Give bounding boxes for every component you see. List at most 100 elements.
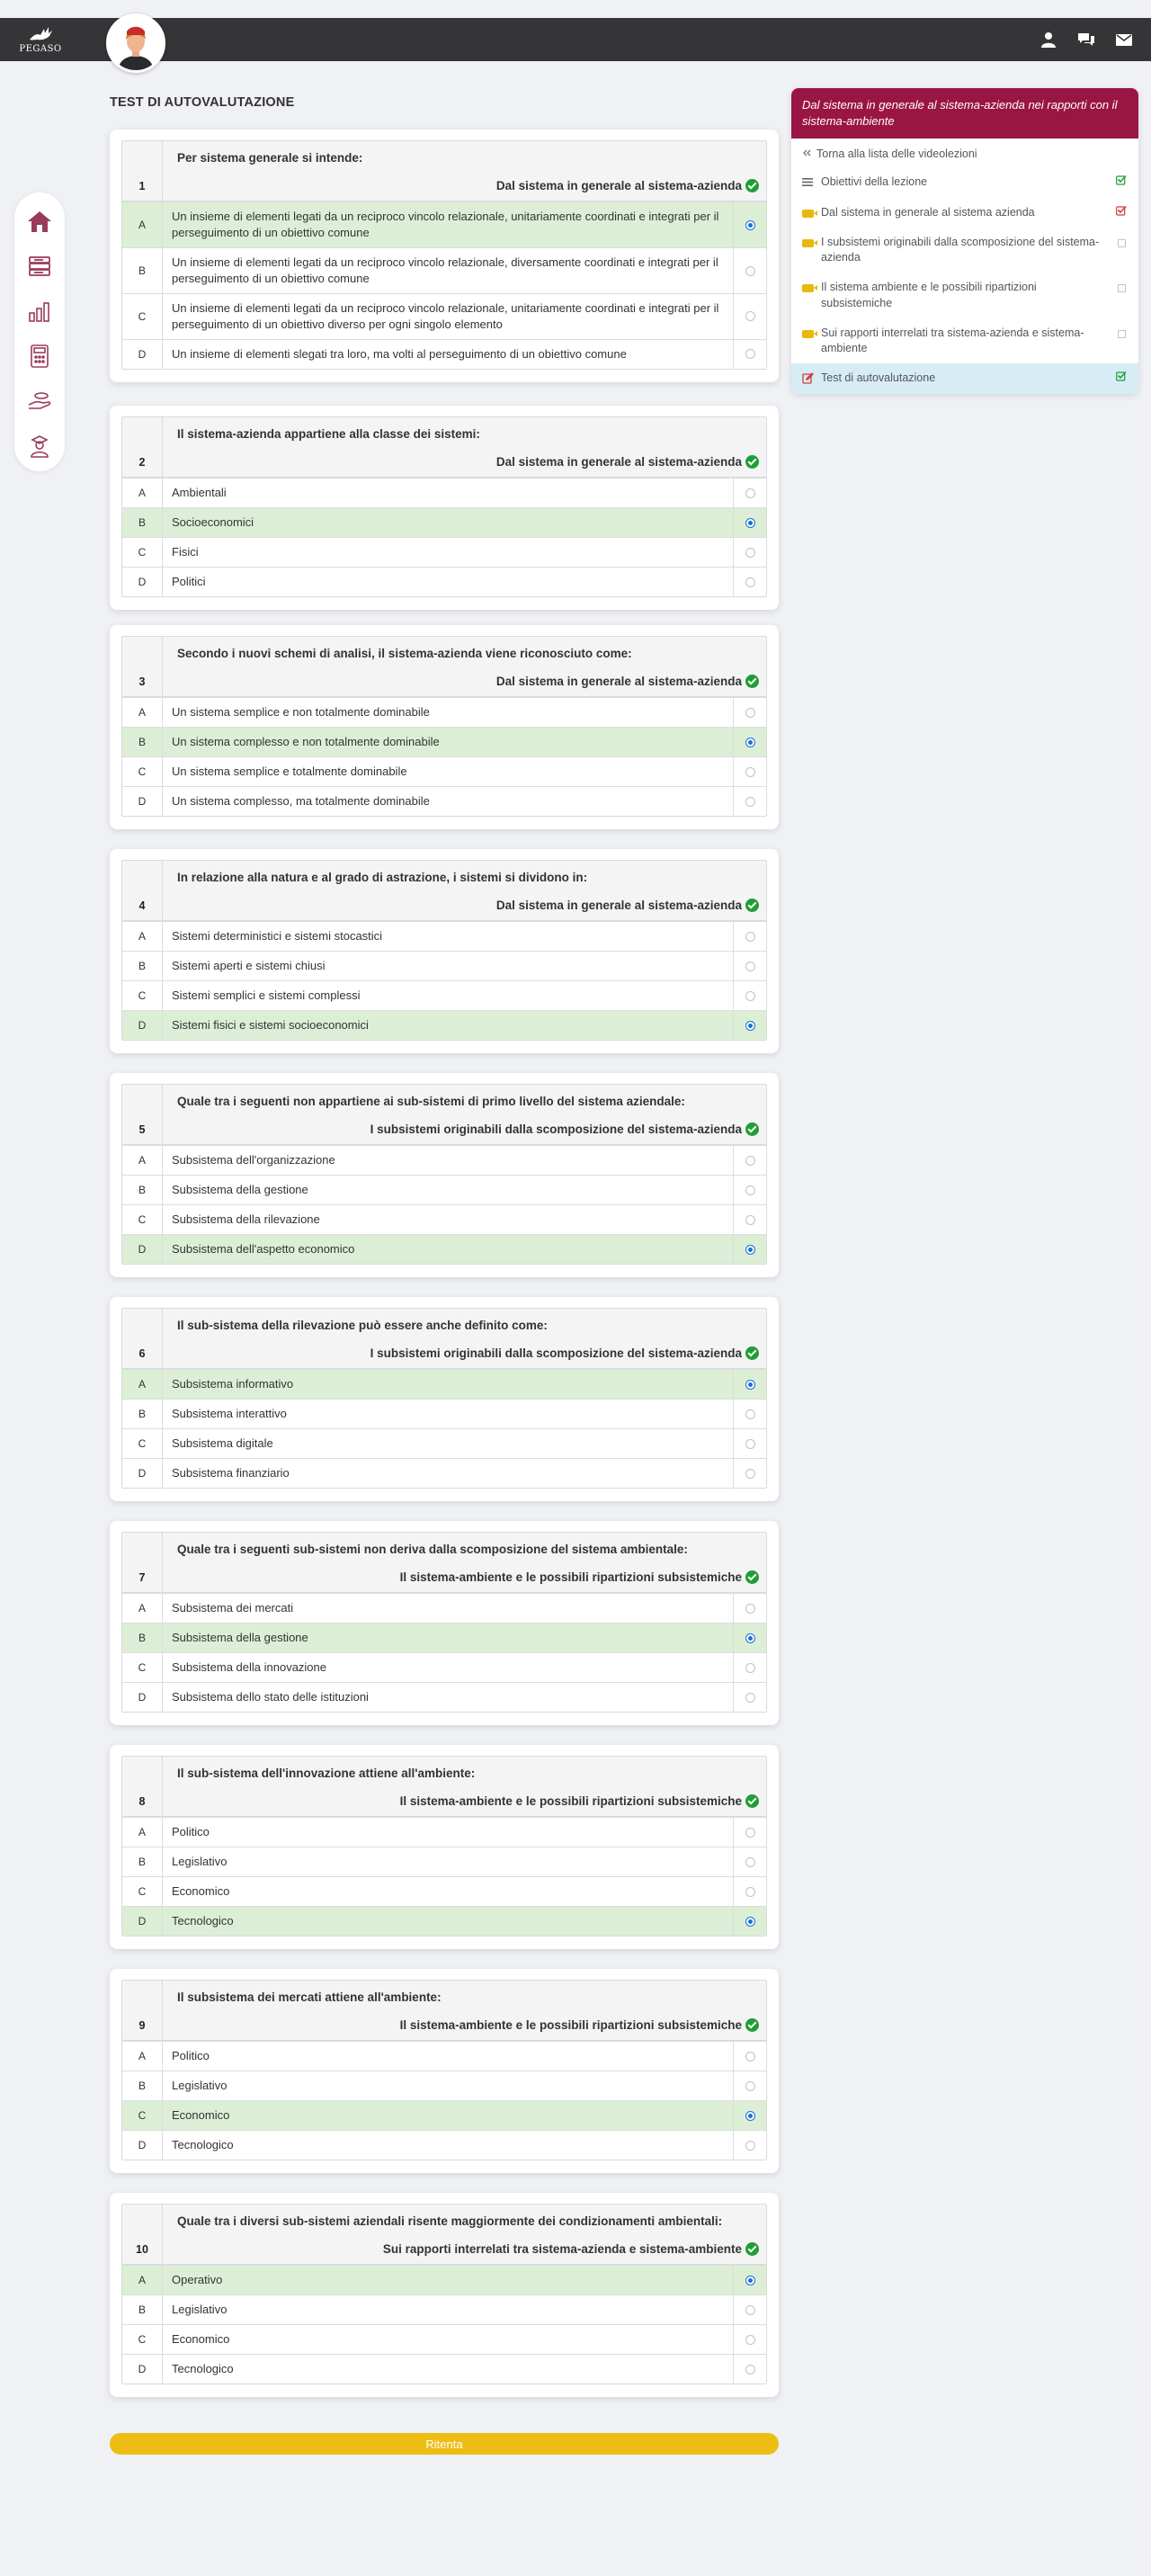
answer-option[interactable]: D Tecnologico [122,1906,766,1936]
answer-option[interactable]: A Subsistema dei mercati [122,1593,766,1623]
answer-option[interactable]: B Legislativo [122,2071,766,2101]
option-radio[interactable] [745,931,755,942]
answer-option[interactable]: A Un insieme di elementi legati da un rec… [122,201,766,248]
answer-option[interactable]: B Subsistema interattivo [122,1399,766,1429]
option-radio[interactable] [745,1214,755,1225]
retry-button[interactable]: Ritenta [110,2433,779,2455]
option-radio[interactable] [745,2364,755,2375]
option-radio[interactable] [745,577,755,587]
option-radio[interactable] [745,2080,755,2091]
answer-option[interactable]: C Sistemi semplici e sistemi complessi [122,980,766,1011]
books-icon[interactable] [27,254,52,279]
answer-option[interactable]: B Un insieme di elementi legati da un rec… [122,247,766,293]
option-radio[interactable] [745,1916,755,1927]
option-radio[interactable] [745,1856,755,1867]
answer-option[interactable]: D Subsistema dell'aspetto economico [122,1234,766,1265]
answer-option[interactable]: A Sistemi deterministici e sistemi stocas… [122,921,766,952]
option-radio[interactable] [745,2051,755,2062]
answer-option[interactable]: A Politico [122,2041,766,2071]
chart-icon[interactable] [27,299,52,324]
option-radio[interactable] [745,1603,755,1614]
option-radio[interactable] [745,1409,755,1419]
option-letter: C [122,2325,163,2355]
answer-option[interactable]: B Sistemi aperti e sistemi chiusi [122,951,766,981]
option-radio[interactable] [745,2304,755,2315]
option-radio[interactable] [745,2140,755,2151]
answer-option[interactable]: A Operativo [122,2265,766,2295]
answer-option[interactable]: A Subsistema informativo [122,1369,766,1400]
option-radio[interactable] [745,2334,755,2345]
option-radio[interactable] [745,1662,755,1673]
answer-option[interactable]: C Fisici [122,537,766,568]
option-radio[interactable] [745,1020,755,1031]
user-icon[interactable] [1039,31,1057,49]
option-radio[interactable] [745,1886,755,1897]
chat-icon[interactable] [1077,31,1095,49]
option-radio[interactable] [745,1155,755,1166]
pegaso-logo[interactable]: PEGASO [18,23,63,56]
lesson-item[interactable]: Test di autovalutazione [791,363,1138,394]
hand-money-icon[interactable] [27,389,52,414]
option-radio[interactable] [745,547,755,558]
answer-option[interactable]: C Economico [122,1876,766,1907]
option-radio[interactable] [745,517,755,528]
answer-option[interactable]: C Subsistema della innovazione [122,1652,766,1683]
option-radio[interactable] [745,311,755,322]
avatar[interactable] [106,13,165,73]
option-radio[interactable] [745,487,755,498]
calculator-icon[interactable] [27,344,52,369]
lesson-item[interactable]: I subsistemi originabili dalla scomposiz… [791,228,1138,273]
home-icon[interactable] [27,209,52,234]
option-radio[interactable] [745,990,755,1001]
option-radio[interactable] [745,219,755,230]
option-radio[interactable] [745,1438,755,1449]
option-radio[interactable] [745,1632,755,1643]
option-radio[interactable] [745,1468,755,1479]
lesson-item[interactable]: Sui rapporti interrelati tra sistema-azi… [791,318,1138,364]
option-radio[interactable] [745,1379,755,1390]
answer-option[interactable]: D Sistemi fisici e sistemi socioeconomici [122,1010,766,1041]
option-radio[interactable] [745,349,755,360]
option-radio[interactable] [745,1185,755,1195]
back-to-lessons-link[interactable]: Torna alla lista delle videolezioni [791,139,1138,167]
answer-option[interactable]: D Subsistema finanziario [122,1458,766,1489]
answer-option[interactable]: A Un sistema semplice e non totalmente do… [122,697,766,728]
lesson-item[interactable]: Il sistema ambiente e le possibili ripar… [791,273,1138,318]
answer-option[interactable]: A Ambientali [122,478,766,508]
option-radio[interactable] [745,737,755,747]
answer-option[interactable]: B Subsistema della gestione [122,1175,766,1205]
answer-option[interactable]: D Un sistema complesso, ma totalmente dom… [122,786,766,817]
answer-option[interactable]: D Subsistema dello stato delle istituzion… [122,1682,766,1713]
graduate-icon[interactable] [27,434,52,459]
option-radio[interactable] [745,1827,755,1838]
answer-option[interactable]: D Tecnologico [122,2130,766,2160]
answer-option[interactable]: D Politici [122,567,766,597]
answer-option[interactable]: C Economico [122,2100,766,2131]
answer-option[interactable]: C Subsistema digitale [122,1428,766,1459]
answer-option[interactable]: B Legislativo [122,2294,766,2325]
option-radio[interactable] [745,2275,755,2285]
answer-option[interactable]: C Un insieme di elementi legati da un rec… [122,292,766,339]
answer-option[interactable]: C Un sistema semplice e totalmente domina… [122,756,766,787]
answer-option[interactable]: A Politico [122,1817,766,1847]
answer-option[interactable]: B Un sistema complesso e non totalmente d… [122,727,766,757]
answer-option[interactable]: C Subsistema della rilevazione [122,1204,766,1235]
answer-option[interactable]: C Economico [122,2324,766,2355]
option-radio[interactable] [745,1692,755,1703]
answer-option[interactable]: B Legislativo [122,1847,766,1877]
lesson-item[interactable]: Dal sistema in generale al sistema azien… [791,198,1138,228]
answer-option[interactable]: D Un insieme di elementi slegati tra loro… [122,338,766,369]
lesson-item[interactable]: Obiettivi della lezione [791,167,1138,197]
answer-option[interactable]: A Subsistema dell'organizzazione [122,1145,766,1176]
option-radio[interactable] [745,707,755,718]
option-radio[interactable] [745,1244,755,1255]
answer-option[interactable]: D Tecnologico [122,2354,766,2384]
answer-option[interactable]: B Socioeconomici [122,507,766,538]
answer-option[interactable]: B Subsistema della gestione [122,1623,766,1653]
option-radio[interactable] [745,766,755,777]
option-radio[interactable] [745,2110,755,2121]
option-radio[interactable] [745,796,755,807]
mail-icon[interactable] [1115,31,1133,49]
option-radio[interactable] [745,961,755,971]
option-radio[interactable] [745,265,755,276]
